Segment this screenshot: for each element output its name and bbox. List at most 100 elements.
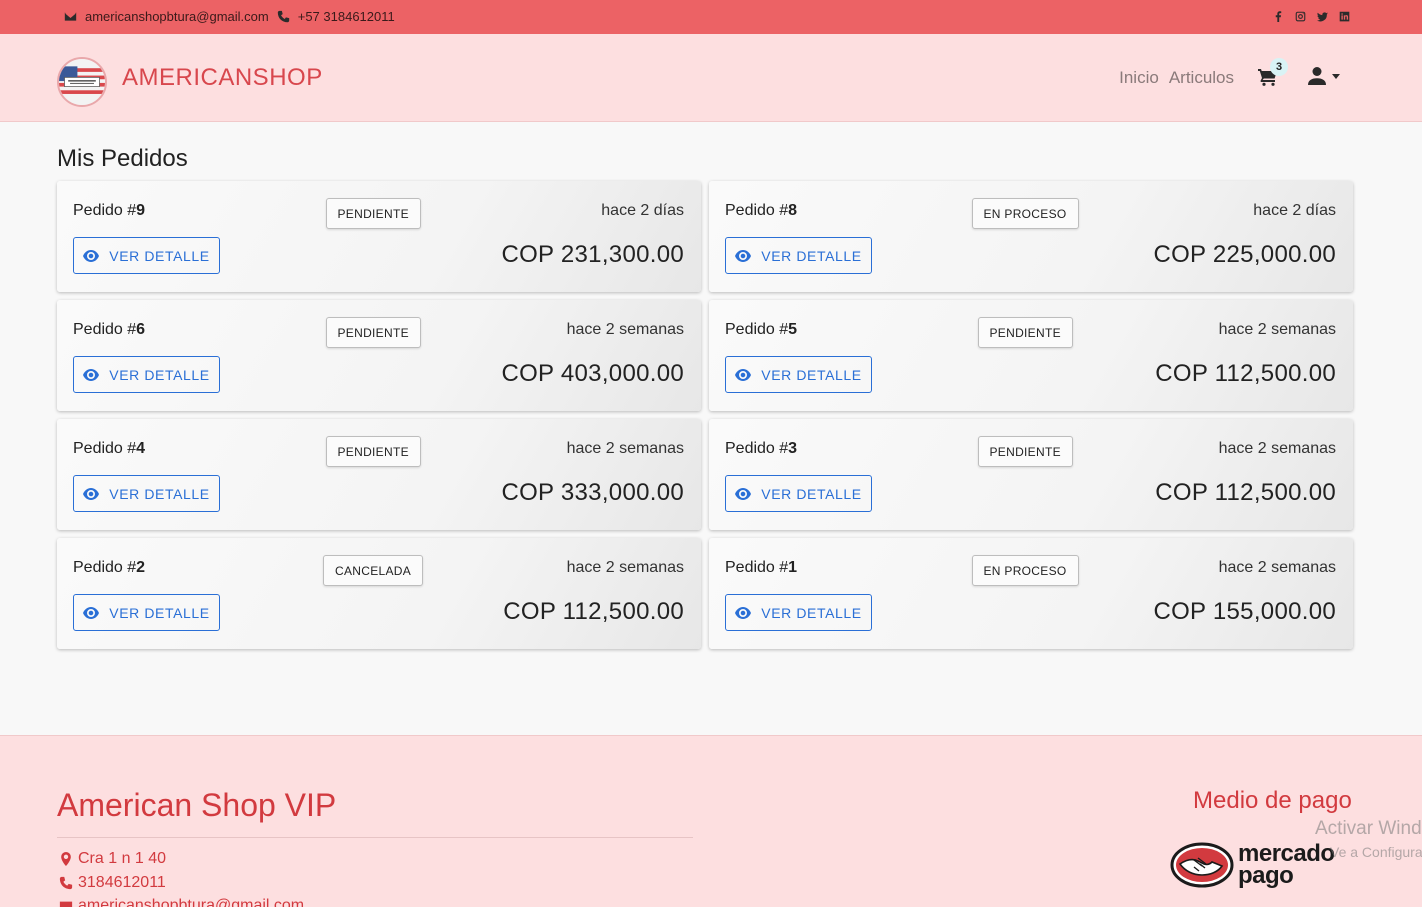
view-detail-button[interactable]: VER DETALLE — [725, 475, 872, 512]
footer-email: americanshopbtura@gmail.com — [59, 897, 304, 907]
order-title: Pedido #2 — [73, 559, 146, 576]
view-detail-button[interactable]: VER DETALLE — [73, 594, 220, 631]
order-card-3: Pedido #3 PENDIENTE hace 2 semanas VER D… — [709, 419, 1353, 530]
view-detail-label: VER DETALLE — [109, 366, 210, 383]
nav-links: Inicio Articulos — [1119, 68, 1234, 88]
order-status-badge: PENDIENTE — [325, 436, 421, 467]
order-time-ago: hace 2 días — [601, 202, 684, 219]
order-card-9: Pedido #9 PENDIENTE hace 2 días VER DETA… — [57, 181, 701, 292]
order-status-badge: PENDIENTE — [977, 436, 1073, 467]
order-number: 2 — [136, 559, 146, 576]
phone-icon — [277, 10, 289, 23]
footer-phone-text[interactable]: 3184612011 — [78, 874, 166, 892]
footer-address: Cra 1 n 1 40 — [59, 850, 166, 868]
order-number: 9 — [136, 202, 146, 219]
view-detail-button[interactable]: VER DETALLE — [73, 475, 220, 512]
facebook-icon[interactable] — [1273, 11, 1284, 22]
order-status-badge: EN PROCESO — [971, 555, 1079, 586]
eye-icon — [83, 487, 100, 500]
eye-icon — [735, 368, 752, 381]
view-detail-button[interactable]: VER DETALLE — [725, 237, 872, 274]
order-amount: COP 225,000.00 — [1153, 241, 1336, 268]
order-number: 4 — [136, 440, 146, 457]
mercado-pago-logo: mercado pago — [1170, 842, 1335, 888]
view-detail-label: VER DETALLE — [109, 485, 210, 502]
handshake-icon — [1170, 842, 1234, 888]
order-number: 5 — [788, 321, 798, 338]
footer-email-text[interactable]: americanshopbtura@gmail.com — [78, 897, 304, 907]
order-title: Pedido #5 — [725, 321, 798, 338]
linkedin-icon[interactable] — [1339, 11, 1350, 22]
order-status-badge: PENDIENTE — [977, 317, 1073, 348]
order-status-badge: EN PROCESO — [971, 198, 1079, 229]
nav-link-inicio[interactable]: Inicio — [1119, 68, 1159, 88]
user-menu-toggle[interactable] — [1308, 67, 1340, 85]
view-detail-label: VER DETALLE — [761, 366, 862, 383]
brand-name[interactable]: AMERICANSHOP — [122, 64, 323, 92]
phone-icon — [59, 876, 73, 890]
order-card-2: Pedido #2 CANCELADA hace 2 semanas VER D… — [57, 538, 701, 649]
order-number: 3 — [788, 440, 798, 457]
windows-activation-watermark: Activar Windows — [1315, 818, 1422, 839]
map-marker-icon — [61, 852, 71, 866]
order-time-ago: hace 2 semanas — [1218, 559, 1336, 576]
order-title: Pedido #9 — [73, 202, 146, 219]
view-detail-button[interactable]: VER DETALLE — [73, 356, 220, 393]
order-number: 1 — [788, 559, 798, 576]
order-time-ago: hace 2 semanas — [566, 321, 684, 338]
order-card-8: Pedido #8 EN PROCESO hace 2 días VER DET… — [709, 181, 1353, 292]
footer-phone: 3184612011 — [59, 874, 166, 892]
user-icon — [1308, 67, 1326, 85]
chevron-down-icon — [1332, 73, 1340, 79]
order-card-5: Pedido #5 PENDIENTE hace 2 semanas VER D… — [709, 300, 1353, 411]
orders-grid: Pedido #9 PENDIENTE hace 2 días VER DETA… — [57, 181, 1353, 649]
order-title: Pedido #8 — [725, 202, 798, 219]
nav-link-articulos[interactable]: Articulos — [1169, 68, 1234, 88]
brand-logo[interactable] — [57, 57, 107, 107]
order-status-badge: CANCELADA — [323, 555, 424, 586]
order-title: Pedido #3 — [725, 440, 798, 457]
page-title: Mis Pedidos — [57, 145, 188, 172]
order-number: 8 — [788, 202, 798, 219]
contact-email[interactable]: americanshopbtura@gmail.com — [85, 9, 269, 24]
eye-icon — [735, 606, 752, 619]
order-time-ago: hace 2 semanas — [1218, 321, 1336, 338]
envelope-icon — [64, 12, 77, 21]
footer-divider — [57, 837, 693, 838]
order-card-6: Pedido #6 PENDIENTE hace 2 semanas VER D… — [57, 300, 701, 411]
contact-phone[interactable]: +57 3184612011 — [298, 9, 395, 24]
view-detail-button[interactable]: VER DETALLE — [725, 594, 872, 631]
order-card-1: Pedido #1 EN PROCESO hace 2 semanas VER … — [709, 538, 1353, 649]
order-amount: COP 333,000.00 — [501, 479, 684, 506]
social-links — [1273, 11, 1350, 22]
eye-icon — [735, 249, 752, 262]
envelope-icon — [59, 901, 73, 907]
order-number: 6 — [136, 321, 146, 338]
order-amount: COP 403,000.00 — [501, 360, 684, 387]
top-contact-bar: americanshopbtura@gmail.com +57 31846120… — [0, 0, 1422, 34]
eye-icon — [83, 249, 100, 262]
order-card-4: Pedido #4 PENDIENTE hace 2 semanas VER D… — [57, 419, 701, 530]
eye-icon — [735, 487, 752, 500]
view-detail-button[interactable]: VER DETALLE — [73, 237, 220, 274]
order-amount: COP 155,000.00 — [1153, 598, 1336, 625]
eye-icon — [83, 368, 100, 381]
windows-activation-subtext: Ve a Configuración — [1330, 844, 1422, 860]
eye-icon — [83, 606, 100, 619]
mercado-pago-wordmark: mercado pago — [1238, 840, 1335, 889]
instagram-icon[interactable] — [1295, 11, 1306, 22]
view-detail-label: VER DETALLE — [109, 604, 210, 621]
cart-count-badge: 3 — [1270, 58, 1288, 76]
order-title: Pedido #4 — [73, 440, 146, 457]
order-time-ago: hace 2 semanas — [1218, 440, 1336, 457]
site-footer: American Shop VIP Cra 1 n 1 40 318461201… — [0, 735, 1422, 907]
twitter-icon[interactable] — [1317, 11, 1328, 22]
contact-info: americanshopbtura@gmail.com +57 31846120… — [64, 9, 403, 24]
view-detail-button[interactable]: VER DETALLE — [725, 356, 872, 393]
order-status-badge: PENDIENTE — [325, 198, 421, 229]
order-time-ago: hace 2 días — [1253, 202, 1336, 219]
order-amount: COP 112,500.00 — [1155, 479, 1336, 506]
view-detail-label: VER DETALLE — [761, 485, 862, 502]
order-title: Pedido #6 — [73, 321, 146, 338]
main-navbar: AMERICANSHOP Inicio Articulos 3 — [0, 34, 1422, 122]
